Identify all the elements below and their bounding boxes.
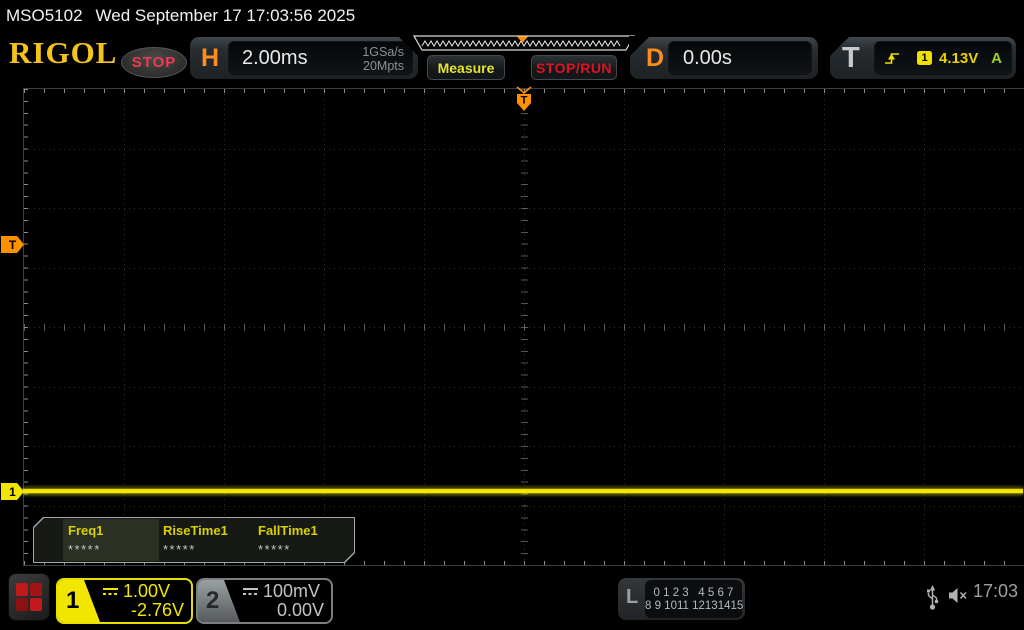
horizontal-settings-box[interactable]: H 2.00ms 1GSa/s 20Mpts bbox=[190, 36, 419, 79]
channel1-tab: 1 bbox=[58, 580, 100, 622]
dc-coupling-icon bbox=[243, 586, 258, 597]
measure-button-label: Measure bbox=[437, 59, 495, 76]
delay-value: 0.00s bbox=[683, 47, 732, 69]
channel1-trace bbox=[23, 487, 1023, 495]
channel1-scale: 1.00V bbox=[123, 580, 171, 601]
trigger-settings-box[interactable]: T 1 4.13V A bbox=[829, 36, 1016, 79]
channel2-status-block[interactable]: 2 100mV 0.00V bbox=[196, 578, 333, 624]
channel2-offset: 0.00V bbox=[276, 600, 324, 620]
channel2-scale: 100mV bbox=[263, 580, 321, 601]
sample-rate: 1GSa/s bbox=[362, 45, 404, 59]
measurement-value: ***** bbox=[163, 542, 196, 557]
stop-run-button[interactable]: STOP/RUN bbox=[531, 55, 617, 80]
grid-ticks-center-horizontal bbox=[24, 324, 1024, 331]
toolbar: RIGOL STOP H 2.00ms 1GSa/s 20Mpts Measur… bbox=[0, 32, 1024, 85]
trigger-label: T bbox=[842, 42, 860, 74]
logic-row-2: 8 9 1011 12131415 bbox=[645, 599, 744, 612]
channel1-position-marker[interactable]: 1 bbox=[1, 483, 24, 500]
app-grid-icon bbox=[16, 583, 42, 611]
bottom-bar: 1 1.00V -2.76V 2 100mV 0.00V L 0 1 2 3 4… bbox=[0, 567, 1024, 630]
horizontal-label: H bbox=[201, 44, 220, 72]
channel2-tab: 2 bbox=[198, 580, 240, 622]
measurement-value: ***** bbox=[68, 542, 101, 557]
delay-label: D bbox=[646, 44, 665, 72]
delay-settings-box[interactable]: D 0.00s bbox=[629, 36, 818, 79]
system-datetime: Wed September 17 17:03:56 2025 bbox=[95, 6, 356, 25]
channel1-offset: -2.76V bbox=[130, 600, 184, 620]
title-bar: MSO5102 Wed September 17 17:03:56 2025 bbox=[0, 0, 1024, 32]
logic-channel-list: 0 1 2 3 4 5 6 7 8 9 1011 12131415 bbox=[645, 580, 744, 618]
stop-run-button-label: STOP/RUN bbox=[535, 59, 613, 76]
trigger-inner-panel: 1 4.13V A bbox=[874, 41, 1012, 75]
dc-coupling-icon bbox=[103, 586, 118, 597]
speaker-muted-icon bbox=[949, 588, 967, 603]
system-clock: 17:03 bbox=[973, 581, 1019, 601]
logic-channels-block[interactable]: L 0 1 2 3 4 5 6 7 8 9 1011 12131415 bbox=[618, 578, 745, 620]
trigger-level-value: 4.13V bbox=[939, 49, 979, 67]
rising-edge-trigger-icon bbox=[885, 53, 899, 64]
measurement-label: FallTime1 bbox=[258, 523, 318, 538]
measurement-panel[interactable]: Freq1 ***** RiseTime1 ***** FallTime1 **… bbox=[33, 517, 355, 563]
run-state-badge: STOP bbox=[121, 47, 187, 78]
trigger-sweep-mode: A bbox=[991, 49, 1002, 67]
channel1-position-marker-label: 1 bbox=[9, 484, 16, 499]
run-state-label: STOP bbox=[131, 54, 177, 71]
horizontal-inner-panel: 2.00ms 1GSa/s 20Mpts bbox=[228, 41, 413, 75]
trigger-level-marker-label: T bbox=[8, 237, 17, 252]
measure-button[interactable]: Measure bbox=[427, 55, 505, 80]
logic-row-1: 0 1 2 3 4 5 6 7 bbox=[653, 586, 734, 599]
channel2-scale-row: 100mV bbox=[243, 581, 320, 601]
usb-icon bbox=[927, 585, 939, 610]
delay-inner-panel: 0.00s bbox=[668, 41, 812, 75]
channel1-scale-row: 1.00V bbox=[103, 581, 170, 601]
waveform-overview-strip[interactable] bbox=[413, 35, 635, 51]
trigger-source-badge: 1 bbox=[917, 51, 932, 65]
measurement-value: ***** bbox=[258, 542, 291, 557]
measurement-label: RiseTime1 bbox=[163, 523, 228, 538]
rigol-logo: RIGOL bbox=[9, 35, 118, 70]
trigger-level-marker[interactable]: T bbox=[1, 236, 24, 253]
timebase-value: 2.00ms bbox=[242, 47, 308, 69]
measurement-panel-inner: Freq1 ***** RiseTime1 ***** FallTime1 **… bbox=[34, 518, 354, 562]
acquisition-info: 1GSa/s 20Mpts bbox=[362, 45, 404, 74]
channel1-status-block[interactable]: 1 1.00V -2.76V bbox=[56, 578, 193, 624]
trigger-position-marker-label: T bbox=[521, 95, 528, 107]
app-menu-button[interactable] bbox=[8, 573, 50, 621]
memory-depth: 20Mpts bbox=[363, 59, 404, 74]
logic-label: L bbox=[626, 586, 639, 608]
measurement-label: Freq1 bbox=[68, 523, 104, 538]
model-name: MSO5102 bbox=[6, 6, 83, 25]
trigger-position-marker[interactable]: T bbox=[513, 86, 535, 112]
